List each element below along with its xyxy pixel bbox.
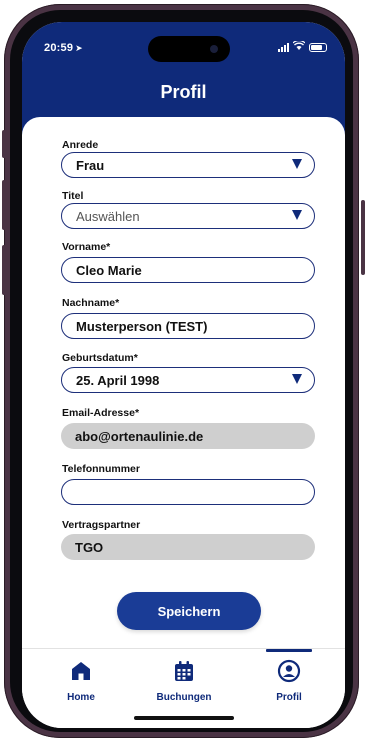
tab-buchungen-label: Buchungen	[156, 692, 212, 703]
battery-icon	[309, 42, 327, 52]
geburtsdatum-value: 25. April 1998	[76, 372, 160, 388]
chevron-down-icon	[292, 210, 302, 220]
nachname-value: Musterperson (TEST)	[76, 318, 208, 334]
tab-home[interactable]: Home	[36, 649, 126, 709]
camera-icon	[210, 45, 218, 53]
location-arrow-icon: ➤	[75, 43, 83, 53]
save-button[interactable]: Speichern	[117, 592, 261, 630]
vorname-input[interactable]: Cleo Marie	[61, 257, 315, 283]
side-button-volume-up	[2, 180, 6, 230]
email-value: abo@ortenaulinie.de	[75, 428, 204, 444]
anrede-label: Anrede	[62, 139, 99, 151]
phone-screen: 20:59 ➤ Profil Anrede Frau Titel Auswähl…	[22, 22, 345, 728]
anrede-select[interactable]: Frau	[61, 152, 315, 178]
home-icon	[72, 662, 90, 680]
page-title: Profil	[160, 82, 207, 102]
titel-select[interactable]: Auswählen	[61, 203, 315, 229]
home-indicator[interactable]	[134, 716, 234, 720]
side-button-power	[361, 200, 365, 275]
status-bar: 20:59 ➤	[22, 22, 345, 68]
email-field: abo@ortenaulinie.de	[61, 423, 315, 449]
wifi-icon	[292, 39, 306, 53]
nachname-label: Nachname*	[62, 297, 120, 309]
dynamic-island	[148, 36, 230, 62]
status-icons	[278, 39, 327, 53]
titel-value: Auswählen	[76, 208, 140, 224]
telefon-input[interactable]	[61, 479, 315, 505]
status-time-text: 20:59	[44, 42, 74, 54]
email-label: Email-Adresse*	[62, 407, 140, 419]
anrede-value: Frau	[76, 157, 105, 173]
telefon-label: Telefonnummer	[62, 463, 140, 475]
side-button-volume-down	[2, 245, 6, 295]
tab-profil[interactable]: Profil	[244, 649, 334, 709]
calendar-icon	[175, 661, 193, 681]
geburtsdatum-select[interactable]: 25. April 1998	[61, 367, 315, 393]
chevron-down-icon	[292, 159, 302, 169]
cellular-signal-icon	[278, 42, 289, 52]
tab-home-label: Home	[67, 692, 95, 703]
tab-buchungen[interactable]: Buchungen	[139, 649, 229, 709]
user-circle-icon	[277, 659, 301, 683]
vorname-value: Cleo Marie	[76, 262, 142, 278]
chevron-down-icon	[292, 374, 302, 384]
nachname-input[interactable]: Musterperson (TEST)	[61, 313, 315, 339]
vorname-label: Vorname*	[62, 241, 111, 253]
vertragspartner-field: TGO	[61, 534, 315, 560]
side-button-action	[2, 130, 6, 158]
vertragspartner-value: TGO	[75, 539, 104, 555]
vertragspartner-label: Vertragspartner	[62, 519, 141, 531]
status-time: 20:59 ➤	[44, 42, 83, 54]
tab-profil-label: Profil	[276, 692, 302, 703]
titel-label: Titel	[62, 190, 84, 202]
geburtsdatum-label: Geburtsdatum*	[62, 352, 138, 364]
